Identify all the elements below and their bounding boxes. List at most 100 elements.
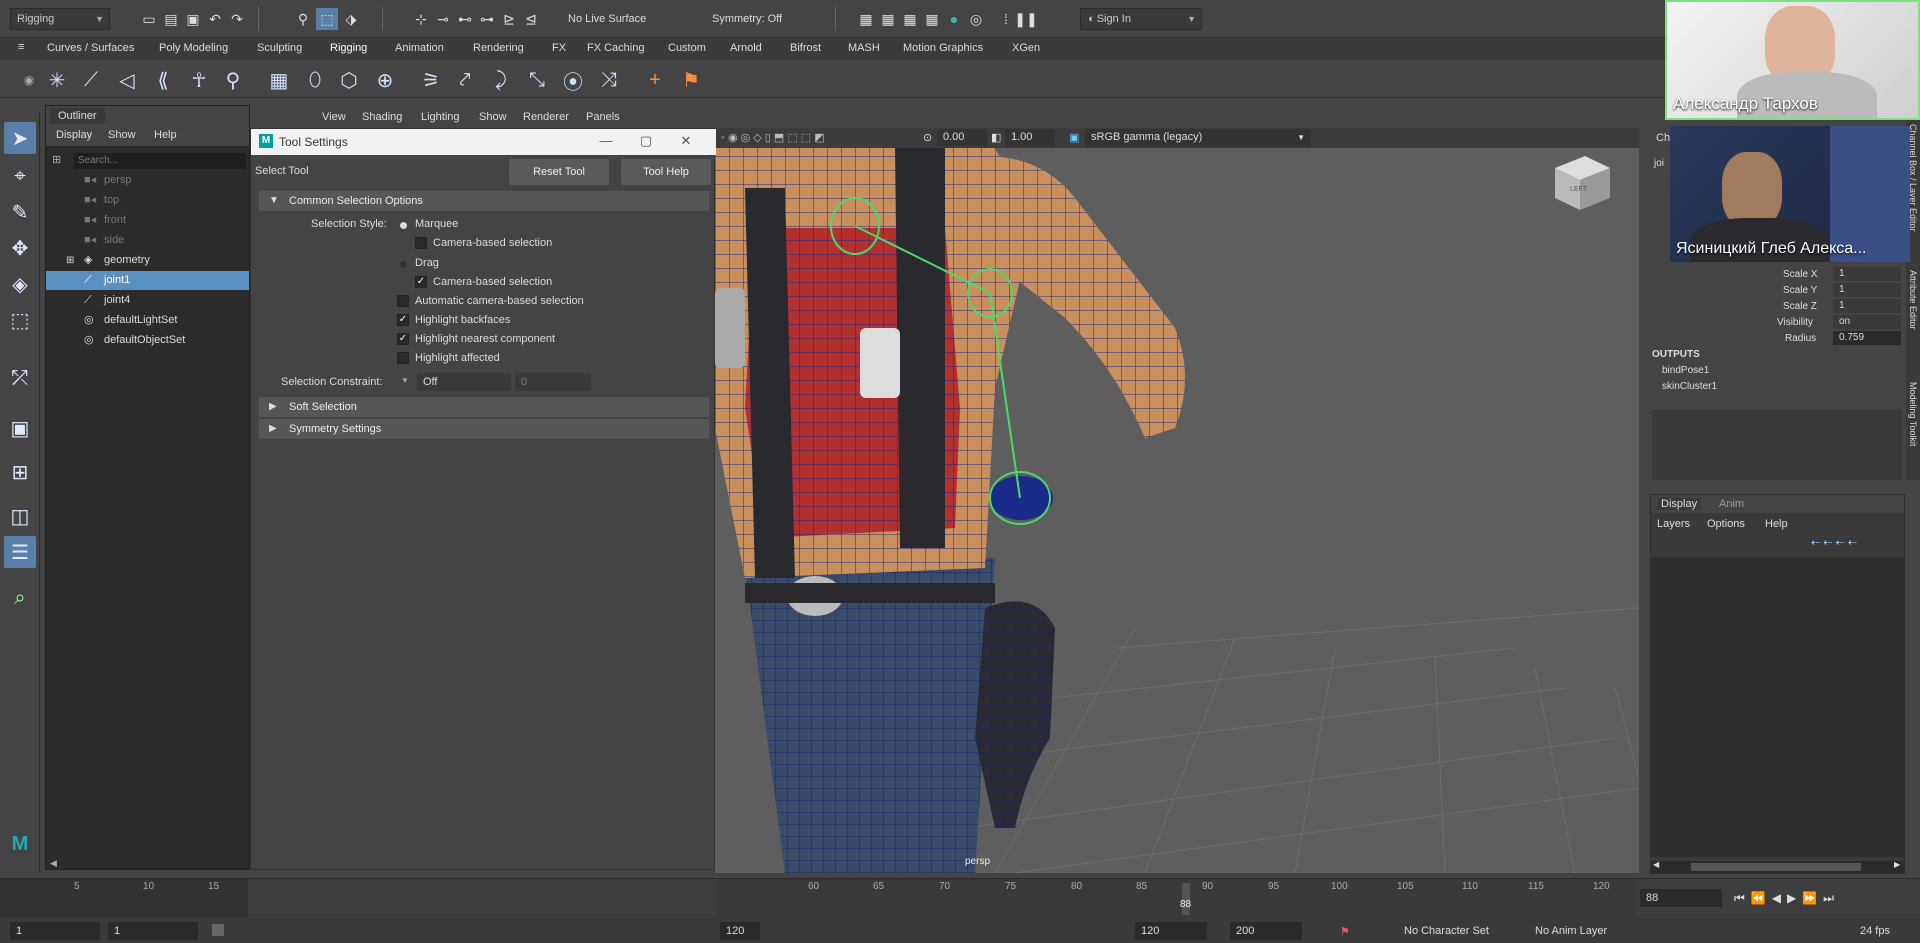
time-slider[interactable]: 5 10 15 60 65 70 75 80 85 90 95 100 105 …: [0, 878, 1920, 919]
selection-constraint-field[interactable]: 0: [515, 373, 591, 391]
outliner-item[interactable]: ◎ defaultLightSet: [46, 311, 249, 330]
fps-dropdown[interactable]: 24 fps: [1860, 925, 1890, 937]
highlight-nearest-checkbox[interactable]: ✓: [397, 333, 409, 345]
ipr-render-icon[interactable]: ▦: [899, 8, 921, 30]
shelf-tab-animation[interactable]: Animation: [395, 42, 444, 54]
outliner-item[interactable]: ■◂ persp: [46, 171, 249, 190]
close-icon[interactable]: ✕: [671, 133, 701, 149]
viewport-menu-renderer[interactable]: Renderer: [523, 111, 569, 123]
layer-scrollbar[interactable]: ◀ ▶: [1651, 860, 1904, 873]
attr-scale-y-value[interactable]: 1: [1833, 283, 1901, 297]
shelf-tab-curves-surfaces[interactable]: Curves / Surfaces: [47, 42, 134, 54]
minimize-icon[interactable]: —: [591, 133, 621, 148]
scale-tool-icon[interactable]: ⬚: [4, 304, 36, 336]
select-hierarchy-icon[interactable]: ⚲: [292, 8, 314, 30]
range-start-field[interactable]: 1: [108, 922, 198, 940]
outliner-item[interactable]: ■◂ front: [46, 211, 249, 230]
common-selection-section[interactable]: ▼ Common Selection Options: [259, 191, 709, 211]
move-tool-icon[interactable]: ✥: [4, 232, 36, 264]
gamma-field[interactable]: 1.00: [1005, 129, 1055, 146]
reset-tool-button[interactable]: Reset Tool: [509, 159, 609, 185]
snap-view-icon[interactable]: ⊵: [498, 8, 520, 30]
symmetry-dropdown[interactable]: Symmetry: Off: [712, 13, 782, 25]
side-tab-attribute-editor[interactable]: Attribute Editor: [1908, 270, 1918, 330]
layer-menu-layers[interactable]: Layers: [1657, 518, 1690, 530]
hypershade-icon[interactable]: ●: [943, 8, 965, 30]
character-set-dropdown[interactable]: No Character Set: [1404, 925, 1489, 937]
scroll-left-icon[interactable]: ◀: [50, 858, 57, 869]
start-frame-field[interactable]: 1: [10, 922, 100, 940]
open-scene-icon[interactable]: ▤: [160, 8, 182, 30]
output-skincluster[interactable]: skinCluster1: [1662, 381, 1717, 392]
ik-spline-icon[interactable]: ⤤: [452, 67, 478, 93]
shelf-tab-bifrost[interactable]: Bifrost: [790, 42, 821, 54]
layer-menu-help[interactable]: Help: [1765, 518, 1788, 530]
auto-key-icon[interactable]: ⚑: [1340, 925, 1350, 938]
live-surface-label[interactable]: No Live Surface: [568, 13, 646, 25]
outliner-menu-help[interactable]: Help: [154, 129, 177, 141]
humanik-icon[interactable]: ⚲: [220, 67, 246, 93]
attr-scale-z-value[interactable]: 1: [1833, 299, 1901, 313]
output-bindpose[interactable]: bindPose1: [1662, 365, 1709, 376]
four-view-icon[interactable]: ⊞: [4, 456, 36, 488]
sign-in-dropdown[interactable]: ◖ Sign In ▼: [1080, 8, 1202, 30]
outliner-item[interactable]: ⟋ joint1: [46, 271, 249, 290]
new-scene-icon[interactable]: ▭: [138, 8, 160, 30]
color-management-icon[interactable]: ▣: [1069, 131, 1079, 144]
exposure-icon[interactable]: ⊙: [923, 131, 932, 144]
viewport-menu-panels[interactable]: Panels: [586, 111, 620, 123]
scroll-left-icon[interactable]: ◀: [1653, 860, 1659, 869]
outliner-menu-display[interactable]: Display: [56, 129, 92, 141]
viewport-menu-lighting[interactable]: Lighting: [421, 111, 460, 123]
camera-based-checkbox-1[interactable]: [415, 237, 427, 249]
single-view-icon[interactable]: ▣: [4, 412, 36, 444]
end-frame-field[interactable]: 120: [1135, 922, 1207, 940]
shelf-tab-arnold[interactable]: Arnold: [730, 42, 762, 54]
camera-based-checkbox-2[interactable]: ✓: [415, 276, 427, 288]
shelf-tab-fx-caching[interactable]: FX Caching: [587, 42, 644, 54]
search-icon[interactable]: ⌕: [4, 582, 36, 614]
outliner-tab[interactable]: Outliner: [50, 108, 105, 124]
auto-camera-checkbox[interactable]: [397, 295, 409, 307]
outliner-item[interactable]: ⟋ joint4: [46, 291, 249, 310]
layer-menu-options[interactable]: Options: [1707, 518, 1745, 530]
menu-set-dropdown[interactable]: Rigging ▼: [10, 8, 110, 30]
scroll-thumb[interactable]: [1691, 863, 1861, 871]
snap-live-icon[interactable]: ⊴: [520, 8, 542, 30]
time-slider-main[interactable]: 60 65 70 75 80 85 90 95 100 105 110 115 …: [716, 879, 1636, 919]
3d-viewport[interactable]: LEFT persp: [715, 128, 1639, 873]
color-space-dropdown[interactable]: sRGB gamma (legacy) ▼: [1085, 129, 1311, 146]
symmetry-settings-section[interactable]: ▶ Symmetry Settings: [259, 419, 709, 439]
shelf-tab-xgen[interactable]: XGen: [1012, 42, 1040, 54]
max-frame-field[interactable]: 200: [1230, 922, 1302, 940]
aim-constraint-icon[interactable]: ⤨: [596, 67, 622, 93]
viewport-menu-show[interactable]: Show: [479, 111, 507, 123]
cluster-icon[interactable]: ⊕: [372, 67, 398, 93]
add-locator-icon[interactable]: +: [642, 67, 668, 93]
attr-radius-value[interactable]: 0.759: [1833, 331, 1901, 345]
soft-selection-section[interactable]: ▶ Soft Selection: [259, 397, 709, 417]
lattice-icon[interactable]: ⬡: [336, 67, 362, 93]
outliner-layout-icon[interactable]: ☰: [4, 536, 36, 568]
render-view-icon[interactable]: ◎: [965, 8, 987, 30]
shelf-tab-rendering[interactable]: Rendering: [473, 42, 524, 54]
highlight-backfaces-checkbox[interactable]: ✓: [397, 314, 409, 326]
mirror-joint-icon[interactable]: ◁: [114, 67, 140, 93]
bind-skin-icon[interactable]: ▦: [266, 67, 292, 93]
filter-icon[interactable]: ⊞: [52, 153, 61, 166]
orient-constraint-icon[interactable]: ⦿: [560, 67, 586, 94]
redo-icon[interactable]: ↷: [226, 8, 248, 30]
shelf-tab-sculpting[interactable]: Sculpting: [257, 42, 302, 54]
ik-handle-icon[interactable]: ⚞: [418, 67, 444, 93]
expand-icon[interactable]: ⊞: [66, 251, 74, 270]
shelf-tab-custom[interactable]: Custom: [668, 42, 706, 54]
viewport-menu-view[interactable]: View: [322, 111, 346, 123]
highlight-affected-checkbox[interactable]: [397, 352, 409, 364]
layer-tool-icons[interactable]: ⇠ ⇠ ⇠ ⇠: [1811, 536, 1857, 549]
tool-help-button[interactable]: Tool Help: [621, 159, 711, 185]
marquee-radio[interactable]: [400, 222, 407, 229]
playback-controls[interactable]: ⏮⏪◀▶⏩⏭: [1734, 891, 1840, 906]
shelf-tab-mash[interactable]: MASH: [848, 42, 880, 54]
parent-constraint-icon[interactable]: ⤸: [488, 67, 514, 93]
layer-tab-anim[interactable]: Anim: [1719, 498, 1744, 510]
